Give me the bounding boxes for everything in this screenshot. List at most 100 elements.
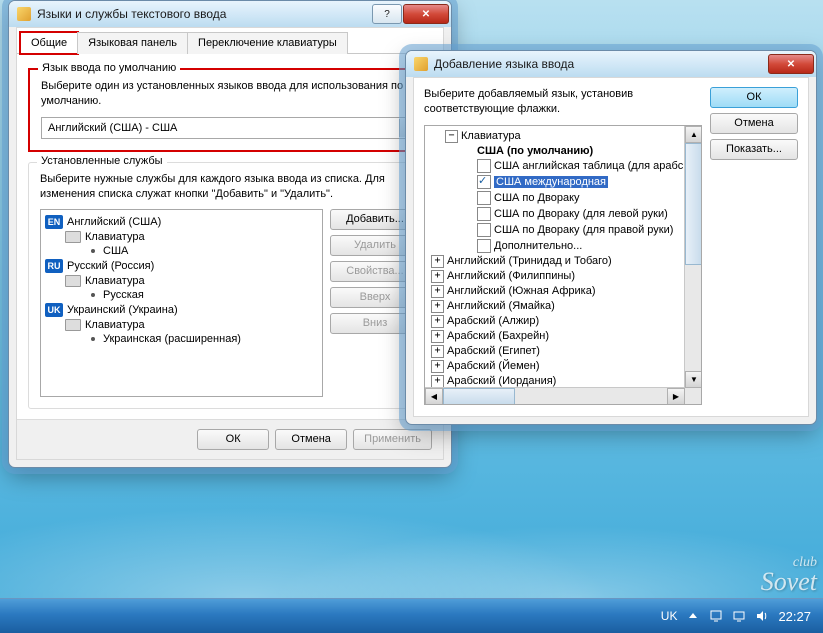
ok-button[interactable]: ОК xyxy=(197,429,269,450)
action-center-icon[interactable] xyxy=(709,609,723,623)
expand-icon[interactable]: + xyxy=(431,285,444,298)
language-badge: RU xyxy=(45,259,63,273)
clock[interactable]: 22:27 xyxy=(778,609,811,624)
titlebar[interactable]: Языки и службы текстового ввода ? ✕ xyxy=(9,1,451,27)
keyboard-icon xyxy=(65,275,81,287)
window-icon xyxy=(414,57,428,71)
apply-button[interactable]: Применить xyxy=(353,429,432,450)
tree-language-item[interactable]: +Английский (Филиппины) xyxy=(427,269,699,284)
tree-layout-item[interactable]: США по Двораку (для левой руки) xyxy=(427,206,699,222)
titlebar[interactable]: Добавление языка ввода ✕ xyxy=(406,51,816,77)
checkbox[interactable] xyxy=(477,207,491,221)
tree-layout-item[interactable]: США по Двораку (для правой руки) xyxy=(427,222,699,238)
language-tree[interactable]: −КлавиатураСША (по умолчанию)США английс… xyxy=(424,125,702,405)
collapse-icon[interactable]: − xyxy=(445,130,458,143)
tree-language-item[interactable]: +Арабский (Бахрейн) xyxy=(427,329,699,344)
tab-general[interactable]: Общие xyxy=(20,32,78,54)
ok-button[interactable]: ОК xyxy=(710,87,798,108)
keyboard-icon xyxy=(65,319,81,331)
text-services-window: Языки и службы текстового ввода ? ✕ Общи… xyxy=(8,0,452,468)
expand-icon[interactable]: + xyxy=(431,270,444,283)
language-name: Русский (Россия) xyxy=(67,260,154,272)
expand-icon[interactable]: + xyxy=(431,300,444,313)
scroll-up-icon[interactable]: ▲ xyxy=(685,126,702,143)
group-title: Установленные службы xyxy=(37,155,167,167)
system-tray: UK 22:27 xyxy=(661,609,823,624)
expand-icon[interactable]: + xyxy=(431,345,444,358)
tree-layout-item[interactable]: США английская таблица (для арабск xyxy=(427,158,699,174)
language-badge: UK xyxy=(45,303,63,317)
expand-icon[interactable]: + xyxy=(431,360,444,373)
expand-icon[interactable]: + xyxy=(431,255,444,268)
network-icon[interactable] xyxy=(732,609,746,623)
keyboard-group: Клавиатура xyxy=(43,274,320,288)
bullet-icon xyxy=(91,293,95,297)
taskbar[interactable]: UK 22:27 xyxy=(0,598,823,633)
layout-item[interactable]: США xyxy=(43,244,320,258)
language-name: Украинский (Украина) xyxy=(67,304,178,316)
tree-language-item[interactable]: +Английский (Тринидад и Тобаго) xyxy=(427,254,699,269)
window-title: Языки и службы текстового ввода xyxy=(37,7,226,21)
language-name: Английский (США) xyxy=(67,216,161,228)
dropdown-value: Английский (США) - США xyxy=(42,122,399,134)
checkbox[interactable] xyxy=(477,239,491,253)
tree-language-item[interactable]: +Арабский (Египет) xyxy=(427,344,699,359)
tree-layout-item[interactable]: США по Двораку xyxy=(427,190,699,206)
scroll-right-icon[interactable]: ▶ xyxy=(667,388,685,405)
layout-item[interactable]: Украинская (расширенная) xyxy=(43,332,320,346)
group-hint: Выберите один из установленных языков вв… xyxy=(41,79,419,109)
installed-languages-tree[interactable]: ENАнглийский (США)КлавиатураСШАRUРусский… xyxy=(40,209,323,397)
default-language-group: Язык ввода по умолчанию Выберите один из… xyxy=(28,68,432,152)
help-button[interactable]: ? xyxy=(372,4,402,24)
checkbox[interactable] xyxy=(477,159,491,173)
expand-icon[interactable]: + xyxy=(431,315,444,328)
scroll-down-icon[interactable]: ▼ xyxy=(685,371,702,388)
tabs: Общие Языковая панель Переключение клави… xyxy=(17,28,443,54)
tree-language-item[interactable]: +Английский (Ямайка) xyxy=(427,299,699,314)
keyboard-icon xyxy=(65,231,81,243)
tree-layout-item[interactable]: США международная xyxy=(427,174,699,190)
layout-item[interactable]: Русская xyxy=(43,288,320,302)
add-input-language-window: Добавление языка ввода ✕ Выберите добавл… xyxy=(405,50,817,425)
show-button[interactable]: Показать... xyxy=(710,139,798,160)
tree-keyboard-node[interactable]: −Клавиатура xyxy=(427,129,699,144)
dialog-buttons: ОК Отмена Применить xyxy=(17,419,443,459)
scroll-thumb[interactable] xyxy=(685,143,702,265)
group-hint: Выберите нужные службы для каждого языка… xyxy=(40,172,420,202)
tree-layout-item[interactable]: Дополнительно... xyxy=(427,238,699,254)
tree-default-layout[interactable]: США (по умолчанию) xyxy=(427,144,699,158)
language-item[interactable]: RU Русский (Россия) xyxy=(43,258,320,274)
close-button[interactable]: ✕ xyxy=(403,4,449,24)
cancel-button[interactable]: Отмена xyxy=(710,113,798,134)
group-title: Язык ввода по умолчанию xyxy=(38,62,180,74)
language-item[interactable]: UK Украинский (Украина) xyxy=(43,302,320,318)
checkbox[interactable] xyxy=(477,191,491,205)
installed-services-group: Установленные службы Выберите нужные слу… xyxy=(28,162,432,410)
vertical-scrollbar[interactable]: ▲ ▼ xyxy=(684,126,701,388)
window-icon xyxy=(17,7,31,21)
volume-icon[interactable] xyxy=(755,609,769,623)
checkbox[interactable] xyxy=(477,175,491,189)
tree-language-item[interactable]: +Арабский (Алжир) xyxy=(427,314,699,329)
tree-language-item[interactable]: +Арабский (Йемен) xyxy=(427,359,699,374)
window-title: Добавление языка ввода xyxy=(434,57,574,71)
bullet-icon xyxy=(91,249,95,253)
language-item[interactable]: EN Английский (США) xyxy=(43,214,320,230)
tray-up-icon[interactable] xyxy=(686,609,700,623)
default-language-dropdown[interactable]: Английский (США) - США ▼ xyxy=(41,117,419,139)
language-indicator[interactable]: UK xyxy=(661,609,678,623)
close-button[interactable]: ✕ xyxy=(768,54,814,74)
horizontal-scrollbar[interactable]: ◀ ▶ xyxy=(425,387,685,404)
dialog-hint: Выберите добавляемый язык, установив соо… xyxy=(424,87,702,117)
language-badge: EN xyxy=(45,215,63,229)
tab-language-bar[interactable]: Языковая панель xyxy=(77,32,188,54)
tab-key-switching[interactable]: Переключение клавиатуры xyxy=(187,32,348,54)
tree-language-item[interactable]: +Английский (Южная Африка) xyxy=(427,284,699,299)
checkbox[interactable] xyxy=(477,223,491,237)
scroll-left-icon[interactable]: ◀ xyxy=(425,388,443,405)
scroll-thumb[interactable] xyxy=(443,388,515,405)
cancel-button[interactable]: Отмена xyxy=(275,429,347,450)
expand-icon[interactable]: + xyxy=(431,330,444,343)
keyboard-group: Клавиатура xyxy=(43,230,320,244)
bullet-icon xyxy=(91,337,95,341)
